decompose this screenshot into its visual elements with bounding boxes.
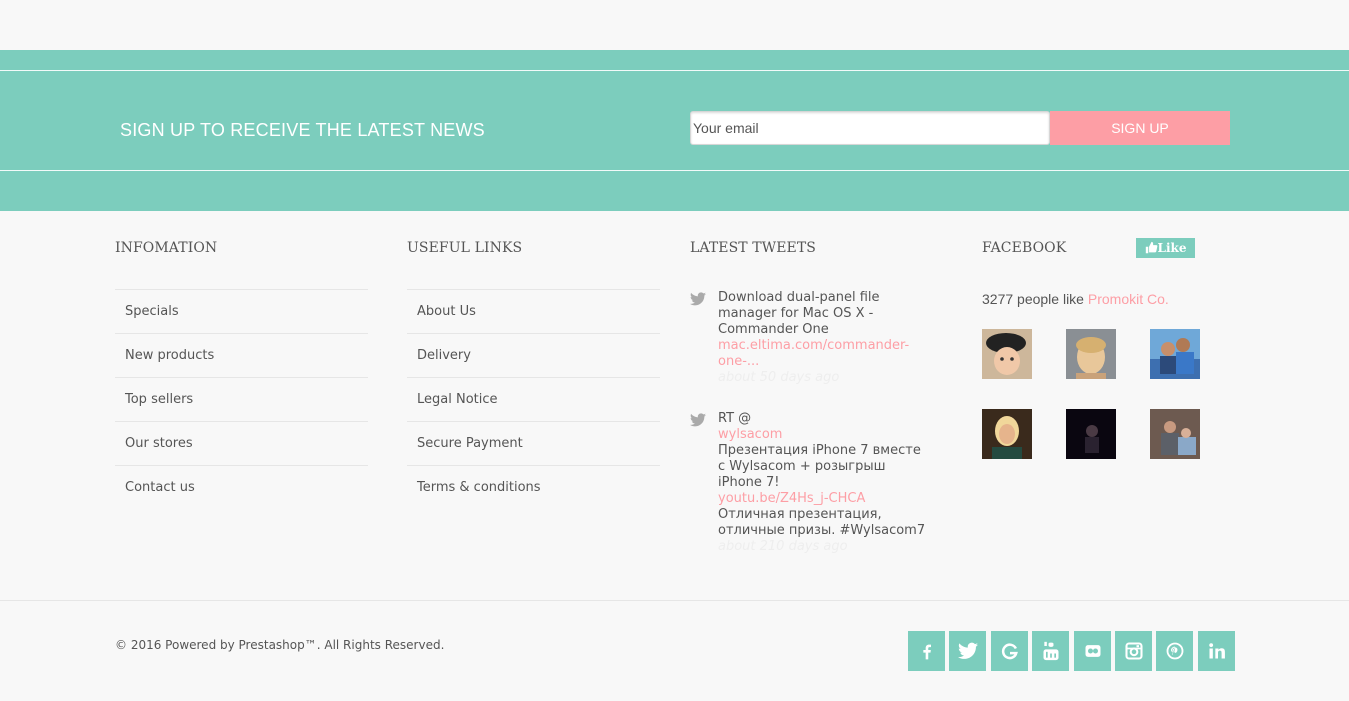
- newsletter-signup-button[interactable]: SIGN UP: [1050, 111, 1230, 145]
- thumbs-up-icon: [1145, 241, 1157, 254]
- information-list: Specials New products Top sellers Our st…: [115, 289, 368, 509]
- tweet-time: about 50 days ago: [718, 370, 840, 385]
- useful-links-list: About Us Delivery Legal Notice Secure Pa…: [407, 289, 660, 509]
- tweet-time: about 210 days ago: [718, 539, 848, 554]
- tweet-mention[interactable]: wylsacom: [718, 427, 928, 443]
- flickr-icon: [1085, 645, 1100, 657]
- twitter-bird-icon: [690, 292, 706, 306]
- twitter-icon: [957, 642, 978, 659]
- information-item: Top sellers: [115, 377, 368, 421]
- facebook-fan-avatar[interactable]: [982, 329, 1032, 379]
- information-link-top-sellers[interactable]: Top sellers: [125, 392, 193, 407]
- information-item: New products: [115, 333, 368, 377]
- information-link-specials[interactable]: Specials: [125, 304, 179, 319]
- tweet-text-secondary: Отличная презентация, отличные призы. #W…: [718, 507, 926, 538]
- twitter-bird-icon: [690, 413, 706, 427]
- newsletter-bottom-line: [0, 170, 1349, 171]
- information-item: Our stores: [115, 421, 368, 465]
- google-icon: [1001, 643, 1018, 660]
- facebook-like-button[interactable]: Like: [1136, 238, 1195, 258]
- pinterest-social-button[interactable]: [1156, 631, 1193, 671]
- facebook-icon: [922, 644, 931, 660]
- useful-link-delivery[interactable]: Delivery: [417, 348, 471, 363]
- facebook-fan-avatar[interactable]: [1150, 409, 1200, 459]
- useful-links-item: Legal Notice: [407, 377, 660, 421]
- information-item: Contact us: [115, 465, 368, 509]
- useful-link-about-us[interactable]: About Us: [417, 304, 476, 319]
- tweet-prefix: RT @: [718, 411, 752, 426]
- useful-link-terms[interactable]: Terms & conditions: [417, 480, 541, 495]
- tweet-body: Download dual-panel file manager for Mac…: [718, 290, 928, 386]
- facebook-like-count: 3277 people like Promokit Co.: [982, 291, 1169, 307]
- pinterest-icon: [1166, 642, 1183, 660]
- information-title: INFOMATION: [115, 240, 218, 256]
- twitter-social-button[interactable]: [949, 631, 986, 671]
- newsletter-title: SIGN UP TO RECEIVE THE LATEST NEWS: [120, 120, 485, 140]
- facebook-page-link[interactable]: Promokit Co.: [1088, 291, 1169, 307]
- tweet-text: Download dual-panel file manager for Mac…: [718, 290, 880, 337]
- newsletter-top-line: [0, 70, 1349, 71]
- facebook-fan-avatar[interactable]: [1066, 329, 1116, 379]
- newsletter-email-input[interactable]: [690, 111, 1050, 145]
- useful-link-legal-notice[interactable]: Legal Notice: [417, 392, 498, 407]
- youtube-icon: [1043, 641, 1058, 661]
- linkedin-social-button[interactable]: [1198, 631, 1235, 671]
- useful-links-item: Terms & conditions: [407, 465, 660, 509]
- useful-link-secure-payment[interactable]: Secure Payment: [417, 436, 523, 451]
- tweet-link[interactable]: youtu.be/Z4Hs_j-CHCA: [718, 491, 928, 507]
- information-item: Specials: [115, 289, 368, 333]
- useful-links-item: Secure Payment: [407, 421, 660, 465]
- facebook-count-text: 3277 people like: [982, 291, 1084, 307]
- footer-divider: [0, 600, 1349, 601]
- useful-links-item: Delivery: [407, 333, 660, 377]
- tweet-link[interactable]: mac.eltima.com/commander-one-...: [718, 338, 928, 370]
- facebook-social-button[interactable]: [908, 631, 945, 671]
- latest-tweets-title: LATEST TWEETS: [690, 240, 816, 256]
- information-link-our-stores[interactable]: Our stores: [125, 436, 193, 451]
- linkedin-icon: [1208, 643, 1225, 659]
- facebook-fan-avatar[interactable]: [982, 409, 1032, 459]
- instagram-icon: [1124, 642, 1143, 660]
- information-link-contact-us[interactable]: Contact us: [125, 480, 195, 495]
- copyright-text: © 2016 Powered by Prestashop™. All Right…: [115, 638, 445, 652]
- newsletter-section: SIGN UP TO RECEIVE THE LATEST NEWS SIGN …: [0, 50, 1349, 211]
- information-link-new-products[interactable]: New products: [125, 348, 214, 363]
- flickr-social-button[interactable]: [1074, 631, 1111, 671]
- tweet-text: Презентация iPhone 7 вместе с Wylsacom +…: [718, 443, 921, 490]
- facebook-title: FACEBOOK: [982, 240, 1067, 256]
- facebook-fan-avatar[interactable]: [1066, 409, 1116, 459]
- facebook-like-label: Like: [1157, 241, 1187, 255]
- tweet-body: RT @ wylsacom Презентация iPhone 7 вмест…: [718, 411, 928, 555]
- useful-links-item: About Us: [407, 289, 660, 333]
- facebook-fan-avatar[interactable]: [1150, 329, 1200, 379]
- youtube-social-button[interactable]: [1032, 631, 1069, 671]
- useful-links-title: USEFUL LINKS: [407, 240, 523, 256]
- google-social-button[interactable]: [991, 631, 1028, 671]
- instagram-social-button[interactable]: [1115, 631, 1152, 671]
